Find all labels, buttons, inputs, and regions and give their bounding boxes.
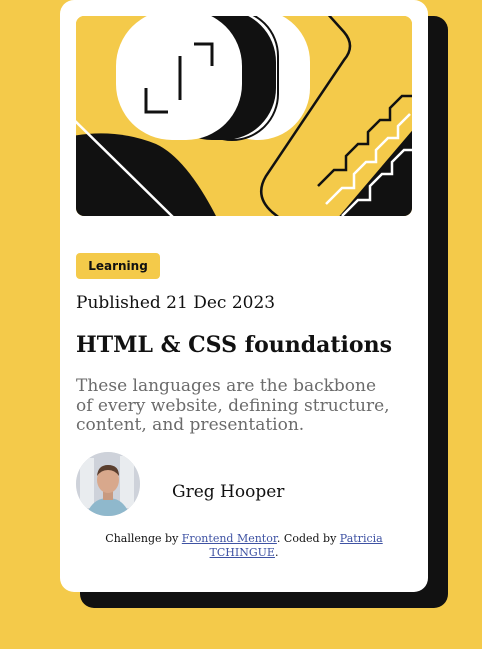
- frontend-mentor-link[interactable]: Frontend Mentor: [182, 532, 277, 545]
- category-badge: Learning: [76, 253, 160, 279]
- published-date: Published 21 Dec 2023: [76, 293, 276, 313]
- hero-illustration: [76, 16, 412, 216]
- attribution-prefix: Challenge by: [105, 532, 179, 545]
- blog-preview-card: Learning Published 21 Dec 2023 HTML & CS…: [60, 0, 428, 592]
- card-title[interactable]: HTML & CSS foundations: [76, 332, 392, 358]
- author-name: Greg Hooper: [172, 482, 285, 502]
- attribution-suffix: .: [274, 546, 279, 559]
- card-description: These languages are the backbone of ever…: [76, 376, 390, 435]
- attribution-middle: . Coded by: [276, 532, 337, 545]
- attribution: Challenge by Frontend Mentor. Coded by P…: [96, 532, 392, 560]
- author-avatar: [76, 452, 140, 516]
